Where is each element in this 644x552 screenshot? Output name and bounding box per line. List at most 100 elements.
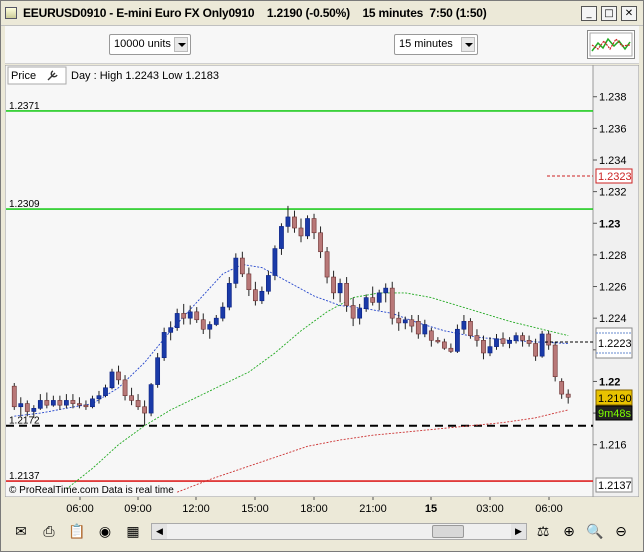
candle-body bbox=[37, 400, 43, 409]
candle-body bbox=[402, 319, 408, 324]
candle-body bbox=[441, 341, 447, 349]
candle-body bbox=[357, 308, 363, 319]
candle-body bbox=[83, 404, 89, 408]
candle-body bbox=[513, 335, 519, 341]
candle-body bbox=[415, 321, 421, 335]
candle-body bbox=[565, 393, 571, 398]
window-icon bbox=[5, 7, 17, 19]
bottom-level-value: 1.2137 bbox=[598, 480, 632, 492]
candle-body bbox=[396, 317, 402, 324]
x-tick-label: 15:00 bbox=[241, 503, 269, 515]
timeframe-select[interactable]: 15 minutes bbox=[394, 34, 478, 55]
level-label: 1.2137 bbox=[9, 471, 40, 482]
level-label: 1.2371 bbox=[9, 101, 40, 112]
mail-icon[interactable]: ✉ bbox=[11, 523, 31, 541]
countdown-timer: 9m48s bbox=[598, 408, 632, 420]
y-tick-label: 1.23 bbox=[599, 218, 620, 230]
x-tick-label: 12:00 bbox=[182, 503, 210, 515]
minimize-button[interactable]: _ bbox=[581, 6, 597, 21]
candle-body bbox=[116, 371, 121, 381]
candle-body bbox=[318, 232, 323, 253]
camera-icon[interactable]: ◉ bbox=[95, 523, 115, 541]
candle-body bbox=[161, 332, 167, 359]
candle-body bbox=[57, 400, 63, 406]
chevron-down-icon[interactable] bbox=[174, 37, 188, 52]
price-chart[interactable]: 1.2371 1.2309 1.2172 1.2137 1.238 1.236 1.234… bbox=[5, 65, 639, 497]
quantity-select[interactable]: 10000 units bbox=[109, 34, 191, 55]
chevron-down-icon[interactable] bbox=[461, 37, 475, 52]
toolbar: 10000 units 15 minutes bbox=[5, 26, 639, 64]
zoom-fit-icon[interactable]: ⊕ bbox=[559, 523, 579, 541]
candle-body bbox=[31, 408, 37, 412]
candle-body bbox=[24, 403, 30, 412]
x-tick-label: 09:00 bbox=[124, 503, 152, 515]
maximize-button[interactable]: □ bbox=[601, 6, 617, 21]
candle-body bbox=[331, 276, 336, 294]
candle-body bbox=[461, 321, 467, 330]
candle-body bbox=[422, 324, 428, 335]
candle-body bbox=[239, 257, 245, 275]
candle-body bbox=[226, 283, 232, 308]
candle-body bbox=[103, 387, 108, 396]
chart-window: EEURUSD0910 - E-mini Euro FX Only0910 1.… bbox=[0, 0, 644, 552]
close-button[interactable]: ✕ bbox=[621, 6, 637, 21]
candle-body bbox=[50, 400, 56, 406]
print-icon[interactable]: ⎙ bbox=[39, 523, 59, 541]
scroll-thumb[interactable] bbox=[432, 525, 464, 538]
title-bar[interactable]: EEURUSD0910 - E-mini Euro FX Only0910 1.… bbox=[1, 1, 643, 26]
candle-body bbox=[507, 340, 512, 344]
candle-body bbox=[135, 400, 141, 408]
candle-body bbox=[533, 343, 538, 357]
scroll-left-button[interactable]: ◀ bbox=[152, 524, 167, 539]
indicators-button[interactable] bbox=[587, 30, 635, 59]
candle-body bbox=[200, 319, 206, 330]
bottom-toolbar: ✉ ⎙ 📋 ◉ ▦ ◀ ▶ ⚖ ⊕ 🔍 ⊖ bbox=[5, 517, 639, 547]
zoom-out-icon[interactable]: ⊖ bbox=[611, 523, 631, 541]
candle-body bbox=[435, 340, 441, 343]
candle-body bbox=[305, 218, 310, 237]
candle-body bbox=[96, 395, 102, 400]
candle-body bbox=[500, 338, 506, 344]
candle-body bbox=[207, 324, 213, 330]
candle-body bbox=[487, 346, 493, 354]
level-label: 1.2172 bbox=[9, 416, 40, 427]
excel-export-icon[interactable]: ▦ bbox=[123, 523, 143, 541]
candle-body bbox=[428, 330, 434, 341]
candle-body bbox=[233, 257, 239, 284]
candle-body bbox=[220, 306, 226, 319]
x-tick-label: 18:00 bbox=[300, 503, 328, 515]
candle-body bbox=[279, 226, 284, 249]
candle-body bbox=[252, 289, 258, 302]
x-tick-label: 15 bbox=[425, 503, 437, 515]
candle-body bbox=[494, 338, 499, 347]
last-price-badge: 1.2190 9m48s bbox=[595, 389, 633, 421]
candle-body bbox=[194, 311, 200, 321]
ma-level-value: 1.2223 bbox=[598, 338, 632, 350]
candle-body bbox=[337, 283, 343, 294]
auto-scale-icon[interactable]: ⚖ bbox=[533, 523, 553, 541]
y-tick-label: 1.226 bbox=[599, 282, 627, 294]
candle-body bbox=[559, 381, 565, 395]
candle-body bbox=[109, 371, 115, 389]
horizontal-scrollbar[interactable]: ◀ ▶ bbox=[151, 523, 527, 540]
candle-body bbox=[292, 216, 297, 229]
candle-body bbox=[520, 335, 525, 341]
candle-body bbox=[474, 335, 480, 341]
candle-body bbox=[44, 400, 50, 406]
zoom-in-icon[interactable]: 🔍 bbox=[585, 523, 605, 541]
clipboard-icon[interactable]: 📋 bbox=[67, 523, 87, 541]
data-source-footer: © ProRealTime.com Data is real time bbox=[9, 485, 174, 496]
scroll-right-button[interactable]: ▶ bbox=[511, 524, 526, 539]
y-tick-label: 1.22 bbox=[599, 376, 620, 388]
candle-body bbox=[77, 403, 82, 406]
y-tick-label: 1.236 bbox=[599, 123, 627, 135]
candle-body bbox=[311, 218, 317, 234]
candle-body bbox=[70, 400, 76, 404]
candle-body bbox=[389, 287, 395, 319]
candle-body bbox=[370, 297, 376, 303]
day-range-info: Day : High 1.2243 Low 1.2183 bbox=[71, 70, 219, 82]
candle-body bbox=[64, 400, 69, 406]
candle-body bbox=[187, 311, 193, 319]
y-tick-label: 1.234 bbox=[599, 155, 627, 167]
candle-body bbox=[324, 251, 330, 278]
